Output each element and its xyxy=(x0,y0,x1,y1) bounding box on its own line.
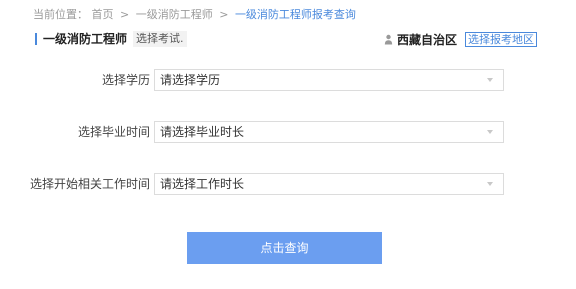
exam-header: 一级消防工程师 选择考试. 西藏自治区 选择报考地区 xyxy=(35,31,537,47)
breadcrumb-separator: > xyxy=(120,8,130,21)
work-start-select-value: 请选择工作时长 xyxy=(160,177,245,191)
title-accent-bar xyxy=(35,33,37,45)
breadcrumb-category-link[interactable]: 一级消防工程师 xyxy=(136,8,213,21)
work-start-label: 选择开始相关工作时间 xyxy=(29,177,150,191)
graduation-select[interactable]: 请选择毕业时长 xyxy=(154,121,504,143)
select-region-button[interactable]: 选择报考地区 xyxy=(465,31,537,47)
education-select-value: 请选择学历 xyxy=(160,73,221,87)
breadcrumb: 当前位置： 首页 > 一级消防工程师 > 一级消防工程师报考查询 xyxy=(33,7,356,23)
exam-hint[interactable]: 选择考试. xyxy=(133,31,187,47)
breadcrumb-current-page[interactable]: 一级消防工程师报考查询 xyxy=(235,8,356,21)
chevron-down-icon xyxy=(487,182,493,186)
chevron-down-icon xyxy=(487,78,493,82)
breadcrumb-home-link[interactable]: 首页 xyxy=(92,8,114,21)
location-pin-icon xyxy=(384,34,393,44)
work-start-select[interactable]: 请选择工作时长 xyxy=(154,173,504,195)
chevron-down-icon xyxy=(487,130,493,134)
graduation-select-value: 请选择毕业时长 xyxy=(160,125,245,139)
graduation-label: 选择毕业时间 xyxy=(77,125,150,139)
region-selector: 西藏自治区 选择报考地区 xyxy=(384,31,537,47)
education-label: 选择学历 xyxy=(101,73,150,87)
graduation-row: 选择毕业时间 请选择毕业时长 xyxy=(0,121,576,143)
region-name: 西藏自治区 xyxy=(396,32,457,47)
exam-title: 一级消防工程师 xyxy=(43,32,128,46)
breadcrumb-separator: > xyxy=(219,8,229,21)
education-row: 选择学历 请选择学历 xyxy=(0,69,576,91)
education-select[interactable]: 请选择学历 xyxy=(154,69,504,91)
page: 当前位置： 首页 > 一级消防工程师 > 一级消防工程师报考查询 一级消防工程师… xyxy=(0,0,576,289)
query-button[interactable]: 点击查询 xyxy=(187,232,382,264)
work-start-row: 选择开始相关工作时间 请选择工作时长 xyxy=(0,173,576,195)
breadcrumb-prefix: 当前位置： xyxy=(33,8,88,21)
